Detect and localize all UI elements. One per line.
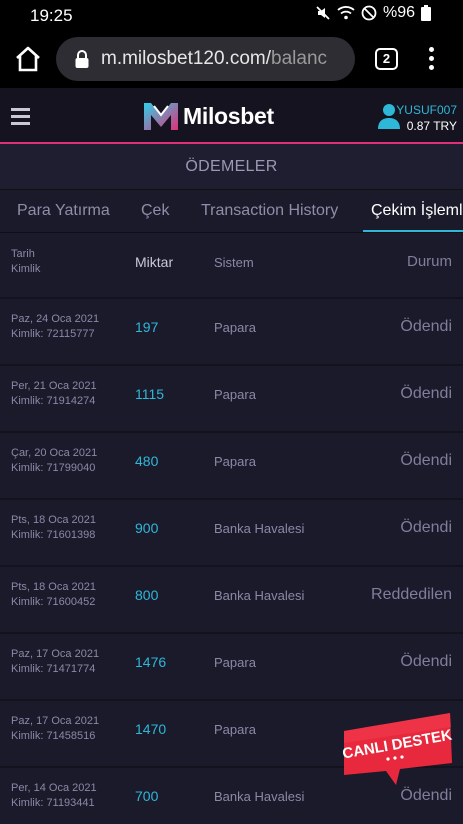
header-date-id: Tarih Kimlik xyxy=(11,247,40,277)
row-amount: 480 xyxy=(135,453,159,469)
user-info[interactable]: YUSUF007 0.87 TRY xyxy=(396,103,457,133)
lock-icon xyxy=(75,50,89,68)
table-row[interactable]: Çar, 20 Oca 2021 Kimlik: 71799040 480 Pap… xyxy=(0,433,463,500)
row-amount: 900 xyxy=(135,520,159,536)
table-row[interactable]: Pts, 18 Oca 2021 Kimlik: 71600452 800 Ban… xyxy=(0,567,463,634)
page-title: ÖDEMELER xyxy=(0,144,463,190)
hamburger-menu-icon[interactable] xyxy=(11,108,30,125)
logo-text: Milosbet xyxy=(183,102,274,129)
mute-icon xyxy=(316,6,330,20)
balance: 0.87 TRY xyxy=(406,119,457,133)
site-logo[interactable]: Milosbet xyxy=(142,100,274,132)
row-id: Kimlik: 71914274 xyxy=(11,395,96,407)
row-date-id: Paz, 24 Oca 2021 Kimlik: 72115777 xyxy=(11,312,99,342)
row-system: Papara xyxy=(214,320,256,335)
row-id: Kimlik: 71799040 xyxy=(11,462,96,474)
clock: 19:25 xyxy=(30,6,73,25)
username: YUSUF007 xyxy=(396,103,457,117)
table-row[interactable]: Per, 21 Oca 2021 Kimlik: 71914274 1115 Pa… xyxy=(0,366,463,433)
battery-percent: %96 xyxy=(382,4,415,21)
payment-tabs: Para Yatırma Çek Transaction History Çek… xyxy=(0,190,463,233)
site-header: Milosbet YUSUF007 0.87 TRY xyxy=(0,88,463,144)
battery-icon xyxy=(421,5,431,21)
row-system: Papara xyxy=(214,655,256,670)
header-date: Tarih xyxy=(11,248,35,260)
row-date-id: Pts, 18 Oca 2021 Kimlik: 71601398 xyxy=(11,513,96,543)
tab-switcher-button[interactable]: 2 xyxy=(375,48,398,70)
row-amount: 1470 xyxy=(135,721,167,737)
row-date: Çar, 20 Oca 2021 xyxy=(11,447,98,459)
address-bar[interactable]: m.milosbet120.com/balanc xyxy=(56,37,355,81)
row-system: Papara xyxy=(214,722,256,737)
row-date-id: Pts, 18 Oca 2021 Kimlik: 71600452 xyxy=(11,580,96,610)
row-system: Banka Havalesi xyxy=(214,521,305,536)
row-id: Kimlik: 71601398 xyxy=(11,529,96,541)
row-system: Banka Havalesi xyxy=(214,588,305,603)
status-icons: %96 xyxy=(315,4,431,22)
table-header: Tarih Kimlik Miktar Sistem Durum xyxy=(0,234,463,299)
row-id: Kimlik: 71600452 xyxy=(11,596,96,608)
tab-transaction-history[interactable]: Transaction History xyxy=(201,190,338,232)
row-amount: 1476 xyxy=(135,654,167,670)
logo-mark-icon xyxy=(144,103,178,130)
row-date: Per, 21 Oca 2021 xyxy=(11,380,97,392)
row-id: Kimlik: 71458516 xyxy=(11,730,96,742)
header-amount: Miktar xyxy=(135,254,174,270)
row-amount: 700 xyxy=(135,788,159,804)
row-date: Paz, 17 Oca 2021 xyxy=(11,648,100,660)
row-amount: 800 xyxy=(135,587,159,603)
row-status: Ödendi xyxy=(400,318,452,335)
row-id: Kimlik: 71193441 xyxy=(11,797,95,809)
header-id: Kimlik xyxy=(11,263,41,275)
do-not-disturb-icon xyxy=(361,5,377,21)
row-date-id: Çar, 20 Oca 2021 Kimlik: 71799040 xyxy=(11,446,97,476)
row-status: Ödendi xyxy=(400,519,452,536)
header-system: Sistem xyxy=(214,255,254,270)
row-status: Ödendi xyxy=(400,385,452,402)
table-row[interactable]: Paz, 24 Oca 2021 Kimlik: 72115777 197 Pap… xyxy=(0,299,463,366)
row-date-id: Per, 14 Oca 2021 Kimlik: 71193441 xyxy=(11,781,97,811)
row-date: Paz, 24 Oca 2021 xyxy=(11,313,100,325)
row-date-id: Per, 21 Oca 2021 Kimlik: 71914274 xyxy=(11,379,97,409)
more-menu-icon[interactable] xyxy=(424,44,438,74)
tab-withdrawals[interactable]: Çekim İşlemleri xyxy=(363,190,463,232)
row-date-id: Paz, 17 Oca 2021 Kimlik: 71458516 xyxy=(11,714,99,744)
row-status: Reddedilen xyxy=(371,586,452,603)
row-system: Papara xyxy=(214,387,256,402)
row-id: Kimlik: 72115777 xyxy=(11,328,95,340)
browser-toolbar: m.milosbet120.com/balanc 2 xyxy=(0,30,463,88)
row-date-id: Paz, 17 Oca 2021 Kimlik: 71471774 xyxy=(11,647,99,677)
table-row[interactable]: Paz, 17 Oca 2021 Kimlik: 71471774 1476 Pa… xyxy=(0,634,463,701)
row-status: Ödendi xyxy=(400,787,452,804)
row-amount: 197 xyxy=(135,319,159,335)
row-status: Ödendi xyxy=(400,452,452,469)
row-date: Pts, 18 Oca 2021 xyxy=(11,581,96,593)
row-date: Pts, 18 Oca 2021 xyxy=(11,514,96,526)
wifi-icon xyxy=(337,6,355,20)
url-text: m.milosbet120.com/balanc xyxy=(101,48,327,70)
tab-withdraw[interactable]: Çek xyxy=(141,190,169,232)
url-path: balanc xyxy=(271,48,328,69)
row-status: Ödendi xyxy=(400,653,452,670)
row-amount: 1115 xyxy=(135,386,165,402)
live-support-button[interactable]: CANLI DESTEK xyxy=(338,707,456,787)
tab-deposit[interactable]: Para Yatırma xyxy=(17,190,110,232)
row-id: Kimlik: 71471774 xyxy=(11,663,96,675)
row-system: Papara xyxy=(214,454,256,469)
row-date: Paz, 17 Oca 2021 xyxy=(11,715,100,727)
table-row[interactable]: Pts, 18 Oca 2021 Kimlik: 71601398 900 Ban… xyxy=(0,500,463,567)
home-icon[interactable] xyxy=(14,45,42,73)
url-domain: m.milosbet120.com/ xyxy=(101,48,272,69)
row-date: Per, 14 Oca 2021 xyxy=(11,782,97,794)
header-status: Durum xyxy=(406,253,452,270)
row-system: Banka Havalesi xyxy=(214,789,305,804)
status-bar: 19:25 %96 xyxy=(0,0,463,30)
